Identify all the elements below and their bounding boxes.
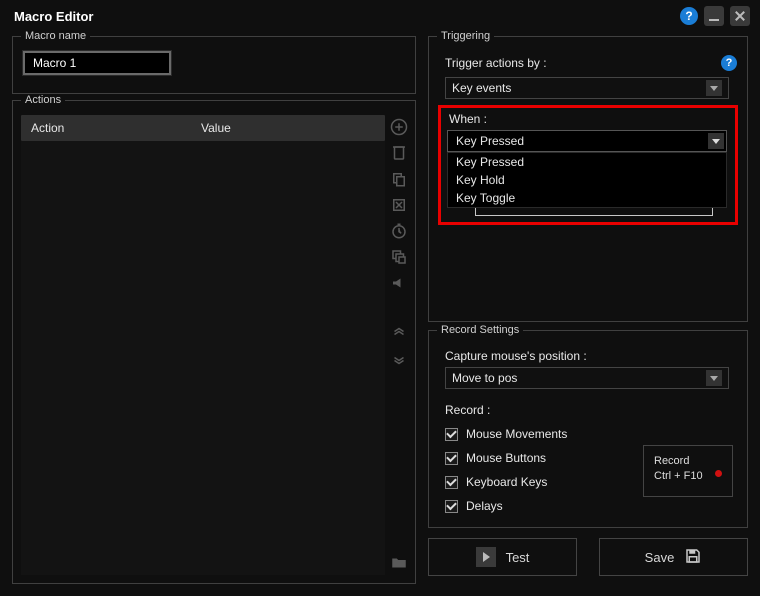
capture-select[interactable]: Move to pos (445, 367, 729, 389)
macro-name-fieldset: Macro name (12, 36, 416, 94)
triggering-legend: Triggering (437, 30, 494, 42)
record-label: Record : (445, 403, 737, 417)
actions-fieldset: Actions Action Value (12, 100, 416, 584)
delete-icon[interactable] (389, 143, 409, 163)
stack-icon[interactable] (389, 247, 409, 267)
checkbox-icon (445, 500, 458, 513)
chevron-down-icon (706, 80, 722, 96)
trigger-by-label: Trigger actions by : (445, 56, 547, 70)
test-button[interactable]: Test (428, 538, 577, 576)
move-up-icon[interactable] (389, 323, 409, 343)
record-dot-icon (715, 470, 722, 477)
window-title: Macro Editor (14, 9, 93, 24)
save-icon (684, 547, 702, 568)
column-value: Value (201, 121, 231, 135)
macro-name-input[interactable] (23, 51, 171, 75)
macro-name-legend: Macro name (21, 30, 90, 42)
actions-table-body[interactable] (21, 141, 385, 575)
when-select[interactable]: Key Pressed (447, 130, 727, 152)
bullhorn-icon[interactable] (389, 273, 409, 293)
triggering-help-icon[interactable]: ? (721, 55, 737, 71)
record-settings-fieldset: Record Settings Capture mouse's position… (428, 330, 748, 528)
check-delays[interactable]: Delays (445, 499, 737, 513)
checkbox-icon (445, 452, 458, 465)
when-dropdown: Key Pressed Key Hold Key Toggle (447, 152, 727, 208)
capture-value: Move to pos (452, 371, 517, 385)
help-icon[interactable]: ? (680, 7, 698, 25)
column-action: Action (31, 121, 201, 135)
checkbox-icon (445, 476, 458, 489)
record-button[interactable]: Record Ctrl + F10 (643, 445, 733, 497)
checkbox-icon (445, 428, 458, 441)
move-down-icon[interactable] (389, 349, 409, 369)
actions-table-header: Action Value (21, 115, 385, 141)
when-option-pressed[interactable]: Key Pressed (448, 153, 726, 171)
duplicate-icon[interactable] (389, 169, 409, 189)
when-value: Key Pressed (456, 134, 524, 148)
trigger-by-select[interactable]: Key events (445, 77, 729, 99)
chevron-down-icon (706, 370, 722, 386)
folder-icon[interactable] (389, 553, 409, 573)
minimize-button[interactable] (704, 6, 724, 26)
when-highlight: When : Key Pressed Key Pressed Key Hold … (438, 105, 738, 225)
capture-label: Capture mouse's position : (445, 349, 737, 363)
actions-legend: Actions (21, 94, 65, 106)
close-button[interactable] (730, 6, 750, 26)
add-icon[interactable] (389, 117, 409, 137)
play-icon (476, 547, 496, 567)
check-mouse-movements[interactable]: Mouse Movements (445, 427, 737, 441)
when-label: When : (449, 112, 729, 126)
when-option-toggle[interactable]: Key Toggle (448, 189, 726, 207)
trigger-by-value: Key events (452, 81, 511, 95)
when-option-hold[interactable]: Key Hold (448, 171, 726, 189)
record-settings-legend: Record Settings (437, 324, 523, 336)
chevron-down-icon (708, 133, 724, 149)
save-button[interactable]: Save (599, 538, 748, 576)
stopwatch-icon[interactable] (389, 221, 409, 241)
triggering-fieldset: Triggering Trigger actions by : ? Key ev… (428, 36, 748, 322)
cut-icon[interactable] (389, 195, 409, 215)
